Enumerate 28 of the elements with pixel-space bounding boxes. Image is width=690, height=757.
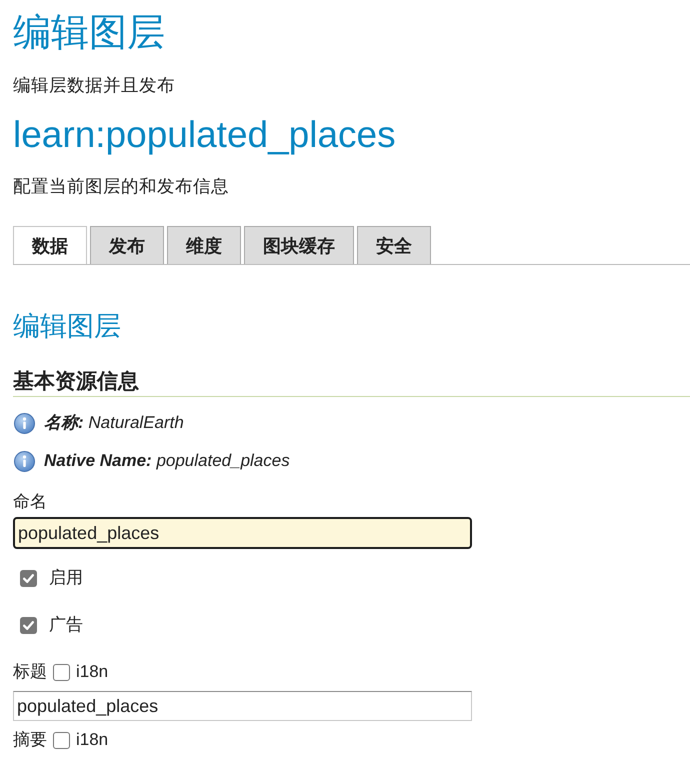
checkbox-label: i18n xyxy=(76,729,108,751)
checkbox[interactable] xyxy=(53,664,70,680)
checkbox[interactable] xyxy=(53,732,70,748)
info-text: 名称: NaturalEarth xyxy=(44,412,184,434)
info-icon xyxy=(14,412,35,434)
section-heading: 基本资源信息 xyxy=(13,368,690,397)
field-label: 摘要 xyxy=(13,729,47,751)
tab[interactable]: 数据 xyxy=(13,226,87,264)
field-label: 命名 xyxy=(13,491,48,513)
field-label: 标题 xyxy=(13,661,47,683)
info-text: Native Name: populated_places xyxy=(44,450,290,472)
tab[interactable]: 维度 xyxy=(167,226,241,264)
checkbox[interactable] xyxy=(20,570,37,586)
tab[interactable]: 安全 xyxy=(357,226,431,264)
input-field[interactable]: populated_places xyxy=(13,691,472,721)
section-title: 编辑图层 xyxy=(13,310,122,343)
checkbox-label: i18n xyxy=(76,661,108,683)
page-title: 编辑图层 xyxy=(13,11,166,56)
info-icon xyxy=(14,450,35,472)
tab[interactable]: 图块缓存 xyxy=(244,226,354,264)
layer-description: 配置当前图层的和发布信息 xyxy=(13,175,230,198)
tab[interactable]: 发布 xyxy=(90,226,164,264)
checkbox[interactable] xyxy=(20,616,37,634)
page-subtitle: 编辑层数据并且发布 xyxy=(13,74,176,97)
checkbox-label: 广告 xyxy=(49,614,83,636)
checkbox-label: 启用 xyxy=(49,567,83,589)
layer-name: learn:populated_places xyxy=(13,113,397,157)
input-field[interactable]: populated_places xyxy=(13,517,472,549)
